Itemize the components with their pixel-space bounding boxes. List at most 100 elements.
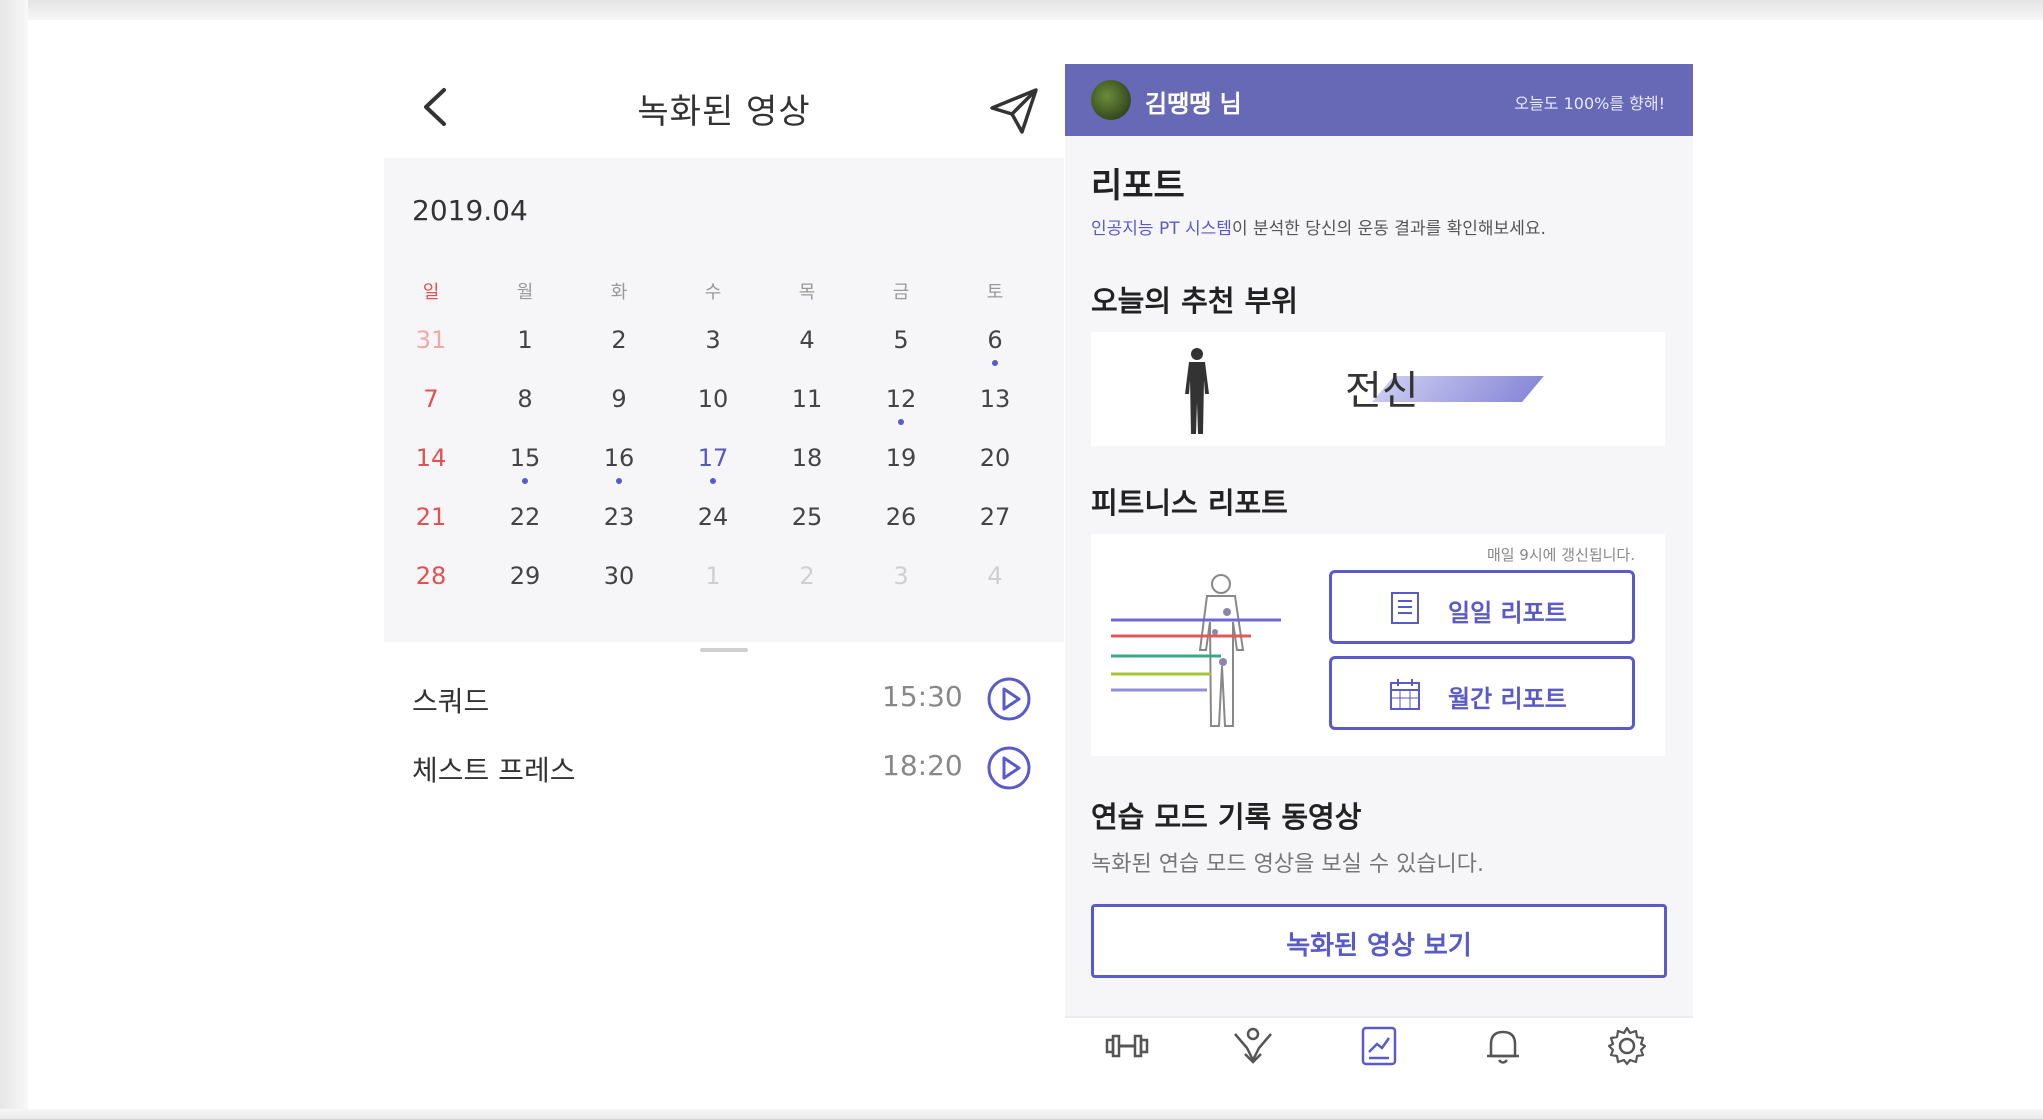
calendar-day[interactable]: 20 [948, 444, 1042, 472]
calendar-day-number: 2 [611, 326, 627, 354]
play-icon[interactable] [986, 745, 1032, 791]
body-figure-icon [1185, 348, 1209, 434]
left-shadow [0, 0, 28, 1119]
calendar-day-number: 27 [979, 503, 1011, 531]
calendar-day[interactable]: 10 [666, 385, 760, 413]
calendar-day[interactable]: 30 [572, 562, 666, 590]
calendar-day-number: 28 [415, 562, 447, 590]
play-icon[interactable] [986, 676, 1032, 722]
video-name: 스쿼드 [412, 685, 490, 718]
calendar-day-number: 24 [697, 503, 729, 531]
calendar-month: 2019.04 [412, 194, 528, 227]
calendar-day-number: 31 [415, 326, 447, 354]
weekday-label: 수 [704, 282, 722, 303]
calendar-day[interactable]: 8 [478, 385, 572, 413]
top-shadow [0, 0, 2043, 20]
record-dot [616, 478, 622, 484]
bell-icon[interactable] [1481, 1024, 1525, 1068]
avatar[interactable] [1091, 80, 1131, 120]
calendar-day-number: 21 [415, 503, 447, 531]
calendar-day[interactable]: 9 [572, 385, 666, 413]
calendar-day[interactable]: 28 [384, 562, 478, 590]
calendar-day-number: 19 [885, 444, 917, 472]
calendar-day[interactable]: 3 [666, 326, 760, 354]
calendar-day[interactable]: 23 [572, 503, 666, 531]
calendar-day[interactable]: 11 [760, 385, 854, 413]
calendar-day-number: 16 [603, 444, 635, 472]
calendar-day[interactable]: 19 [854, 444, 948, 472]
calendar-day[interactable]: 25 [760, 503, 854, 531]
calendar: 2019.04 일월화수목금토 31 1 2 3 4 5 6 7 8 9 10 11 12 13 14 15 1… [384, 158, 1064, 642]
calendar-day[interactable]: 5 [854, 326, 948, 354]
video-item[interactable]: 체스트 프레스 18:20 [384, 737, 1064, 797]
calendar-day[interactable]: 1 [666, 562, 760, 590]
calendar-day[interactable]: 15 [478, 444, 572, 484]
record-dot [710, 478, 716, 484]
calendar-day[interactable]: 24 [666, 503, 760, 531]
calendar-day[interactable]: 3 [854, 562, 948, 590]
calendar-day-number: 9 [611, 385, 627, 413]
calendar-day-number: 23 [603, 503, 635, 531]
calendar-day-number: 13 [979, 385, 1011, 413]
calendar-day-number: 10 [697, 385, 729, 413]
calendar-day[interactable]: 22 [478, 503, 572, 531]
report-icon[interactable] [1357, 1024, 1401, 1068]
calendar-day[interactable]: 14 [384, 444, 478, 472]
calendar-day[interactable]: 6 [948, 326, 1042, 366]
calendar-day[interactable]: 29 [478, 562, 572, 590]
subtitle-rest: 이 분석한 당신의 운동 결과를 확인해보세요. [1231, 219, 1546, 239]
calendar-day[interactable]: 17 [666, 444, 760, 484]
user-header: 김땡땡 님 오늘도 100%를 향해! [1065, 64, 1693, 136]
weekday-label: 토 [986, 282, 1004, 303]
calendar-day[interactable]: 4 [760, 326, 854, 354]
record-dot [898, 419, 904, 425]
record-dot [992, 360, 998, 366]
record-dot [522, 478, 528, 484]
bottom-shadow [0, 1109, 2043, 1119]
calendar-day-number: 15 [509, 444, 541, 472]
video-item[interactable]: 스쿼드 15:30 [384, 668, 1064, 728]
calendar-day[interactable]: 7 [384, 385, 478, 413]
calendar-day[interactable]: 18 [760, 444, 854, 472]
weekday-label: 금 [892, 282, 910, 303]
video-time: 15:30 [882, 680, 963, 713]
calendar-day-number: 8 [517, 385, 533, 413]
recommend-card[interactable]: 전신 [1091, 332, 1665, 446]
calendar-day[interactable]: 13 [948, 385, 1042, 413]
calendar-day-number: 1 [517, 326, 533, 354]
calendar-day-number: 4 [799, 326, 815, 354]
settings-icon[interactable] [1605, 1024, 1649, 1068]
calendar-day[interactable]: 4 [948, 562, 1042, 590]
recorded-videos-screen: 녹화된 영상 2019.04 일월화수목금토 31 1 2 3 4 5 6 7 8 9 10 11 12… [384, 64, 1064, 924]
calendar-day-number: 18 [791, 444, 823, 472]
document-icon [1391, 592, 1419, 624]
recommend-title: 오늘의 추천 부위 [1091, 284, 1298, 318]
calendar-day-number: 3 [893, 562, 909, 590]
calendar-day[interactable]: 2 [760, 562, 854, 590]
drag-handle[interactable] [700, 648, 748, 652]
monthly-report-button[interactable]: 월간 리포트 [1329, 656, 1635, 730]
dumbbell-icon[interactable] [1105, 1024, 1149, 1068]
calendar-day-number: 20 [979, 444, 1011, 472]
daily-report-button[interactable]: 일일 리포트 [1329, 570, 1635, 644]
calendar-day-number: 29 [509, 562, 541, 590]
calendar-day-number: 11 [791, 385, 823, 413]
page-title: 녹화된 영상 [637, 92, 811, 132]
send-icon[interactable] [988, 84, 1040, 136]
calendar-day[interactable]: 21 [384, 503, 478, 531]
subtitle-highlight: 인공지능 PT 시스템 [1091, 219, 1232, 239]
view-recorded-videos-button[interactable]: 녹화된 영상 보기 [1091, 904, 1667, 978]
update-note: 매일 9시에 갱신됩니다. [1486, 546, 1635, 564]
calendar-day[interactable]: 31 [384, 326, 478, 354]
calendar-day[interactable]: 1 [478, 326, 572, 354]
calendar-day[interactable]: 16 [572, 444, 666, 484]
calendar-day[interactable]: 26 [854, 503, 948, 531]
fitness-report-title: 피트니스 리포트 [1091, 486, 1288, 520]
body-analysis-icon [1111, 574, 1281, 727]
calendar-day[interactable]: 2 [572, 326, 666, 354]
stretch-icon[interactable] [1231, 1024, 1275, 1068]
calendar-day[interactable]: 27 [948, 503, 1042, 531]
calendar-day[interactable]: 12 [854, 385, 948, 425]
calendar-day-number: 5 [893, 326, 909, 354]
calendar-day-number: 3 [705, 326, 721, 354]
